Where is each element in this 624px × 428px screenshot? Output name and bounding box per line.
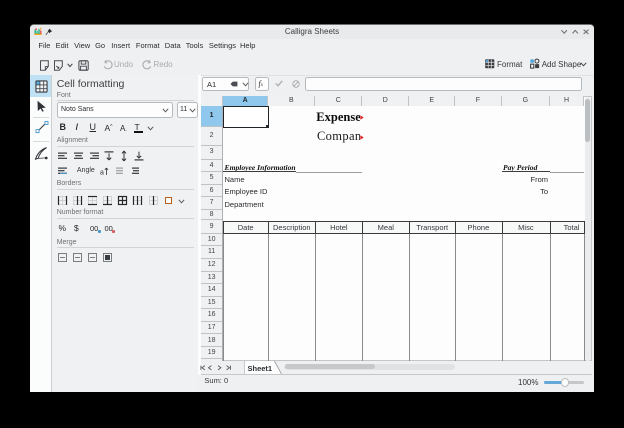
svg-text:a: a: [100, 169, 104, 176]
